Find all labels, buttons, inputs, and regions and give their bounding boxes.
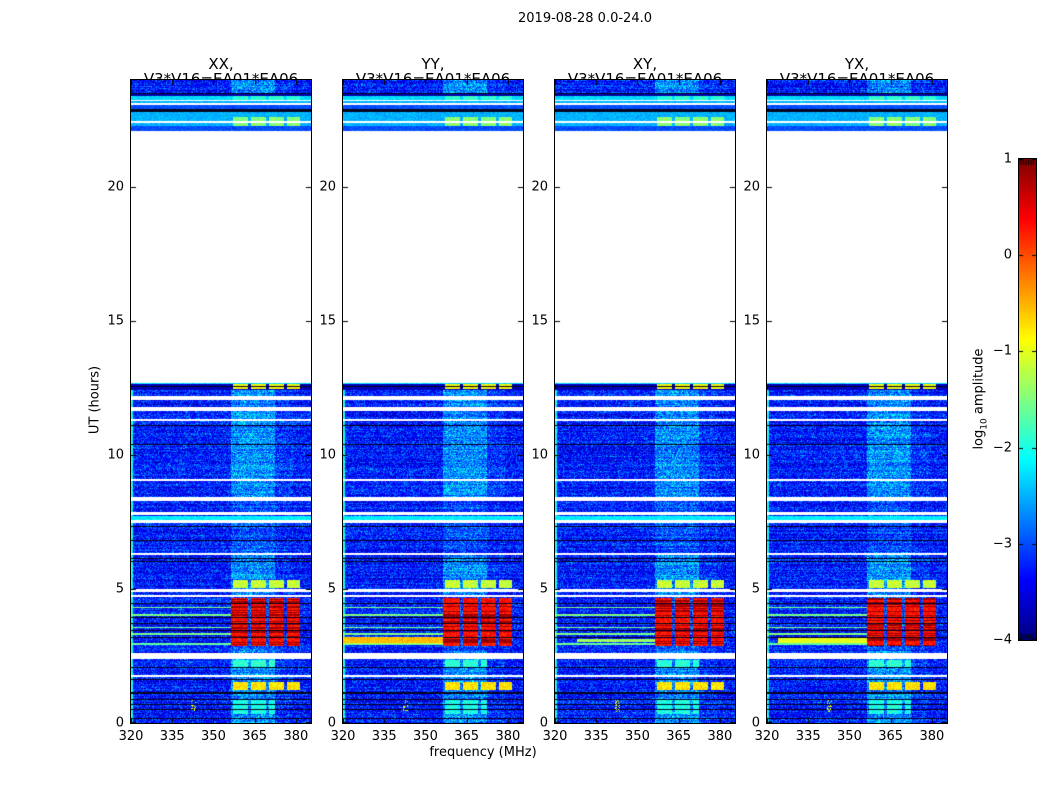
y-tick-label: 15 — [743, 313, 760, 329]
y-tick-label: 5 — [751, 581, 760, 597]
x-tick-label: 350 — [625, 729, 650, 744]
figure-title: 2019-08-28 0.0-24.0 — [518, 11, 652, 26]
y-tick-label: 0 — [539, 715, 548, 731]
figure: 2019-08-28 0.0-24.0 XX, V3*V16=EA01*EA06… — [0, 0, 1050, 800]
y-tick-label: 20 — [743, 179, 760, 195]
spectrogram-panel-yx — [766, 79, 948, 724]
y-tick-label: 20 — [319, 179, 336, 195]
y-tick-label: 5 — [539, 581, 548, 597]
x-tick-label: 335 — [795, 729, 821, 744]
colorbar-label: log10 amplitude — [971, 348, 990, 450]
colorbar-tick-label: 1 — [1003, 151, 1012, 167]
y-axis-label: UT (hours) — [87, 365, 103, 435]
spectrogram-panel-xx — [130, 79, 312, 724]
y-tick-label: 0 — [115, 715, 124, 731]
x-tick-label: 320 — [754, 729, 780, 744]
colorbar-tick-label: −2 — [992, 440, 1012, 456]
colorbar-tick-label: −3 — [992, 536, 1012, 552]
spectrogram-panel-xy — [554, 79, 736, 724]
x-tick-label: 350 — [201, 729, 226, 744]
y-tick-label: 20 — [107, 179, 124, 195]
colorbar-tick-label: −1 — [992, 343, 1012, 359]
y-tick-label: 10 — [107, 447, 124, 463]
x-tick-label: 365 — [878, 729, 904, 744]
y-tick-label: 10 — [531, 447, 548, 463]
y-tick-label: 0 — [327, 715, 336, 731]
x-tick-label: 365 — [454, 729, 480, 744]
y-tick-label: 20 — [531, 179, 548, 195]
x-tick-label: 350 — [413, 729, 438, 744]
colorbar — [1018, 158, 1037, 641]
x-tick-label: 380 — [283, 729, 309, 744]
y-tick-label: 15 — [319, 313, 336, 329]
x-tick-label: 320 — [118, 729, 144, 744]
x-axis-label: frequency (MHz) — [429, 745, 537, 760]
y-tick-label: 15 — [107, 313, 124, 329]
y-tick-label: 5 — [327, 581, 336, 597]
y-tick-label: 0 — [751, 715, 760, 731]
y-tick-label: 15 — [531, 313, 548, 329]
x-tick-label: 350 — [837, 729, 862, 744]
y-tick-label: 10 — [743, 447, 760, 463]
colorbar-tick-label: −4 — [992, 632, 1012, 648]
x-tick-label: 320 — [330, 729, 356, 744]
y-tick-label: 10 — [319, 447, 336, 463]
x-tick-label: 320 — [542, 729, 568, 744]
y-tick-label: 5 — [115, 581, 124, 597]
x-tick-label: 380 — [919, 729, 945, 744]
x-tick-label: 335 — [159, 729, 185, 744]
x-tick-label: 335 — [371, 729, 397, 744]
spectrogram-panel-yy — [342, 79, 524, 724]
colorbar-tick-label: 0 — [1003, 247, 1012, 263]
x-tick-label: 365 — [242, 729, 268, 744]
x-tick-label: 365 — [666, 729, 692, 744]
x-tick-label: 380 — [495, 729, 521, 744]
x-tick-label: 380 — [707, 729, 733, 744]
x-tick-label: 335 — [583, 729, 609, 744]
